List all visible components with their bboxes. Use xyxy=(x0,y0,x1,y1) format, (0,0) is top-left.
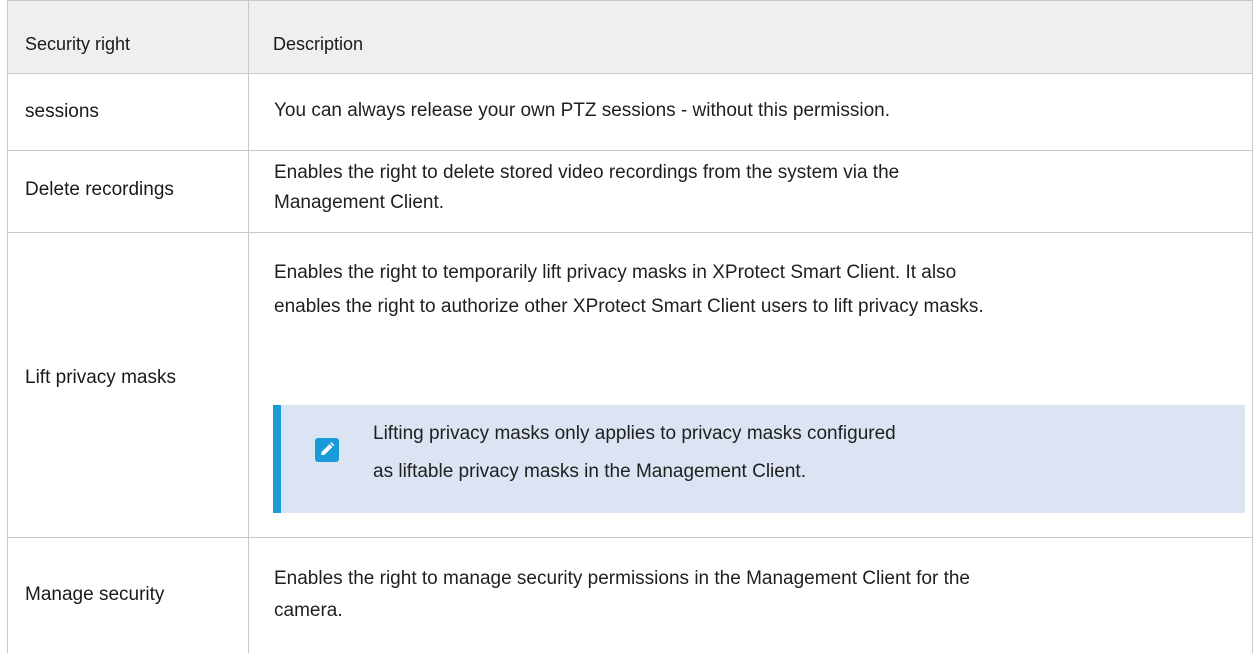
row-divider xyxy=(7,150,1253,151)
table-border-left xyxy=(7,0,8,653)
security-right-name: Manage security xyxy=(25,584,165,605)
security-rights-table: Security right Description sessions You … xyxy=(7,0,1253,653)
pencil-icon xyxy=(315,438,339,462)
row-divider xyxy=(7,0,1253,1)
description-text: Management Client. xyxy=(274,192,445,213)
note-accent-bar xyxy=(273,405,281,513)
table-header xyxy=(7,0,1253,73)
note-callout: Lifting privacy masks only applies to pr… xyxy=(273,405,1245,513)
description-text: Enables the right to manage security per… xyxy=(274,568,970,589)
row-divider xyxy=(7,537,1253,538)
row-divider xyxy=(7,73,1253,74)
row-divider xyxy=(7,232,1253,233)
description-text: camera. xyxy=(274,600,343,621)
security-right-name: Delete recordings xyxy=(25,179,174,200)
note-text: Lifting privacy masks only applies to pr… xyxy=(373,423,896,444)
security-right-name: Lift privacy masks xyxy=(25,367,176,388)
description-text: You can always release your own PTZ sess… xyxy=(274,100,891,121)
description-text: Enables the right to temporarily lift pr… xyxy=(274,262,957,283)
column-divider xyxy=(248,0,249,653)
column-header-security-right: Security right xyxy=(25,34,131,54)
description-text: Enables the right to delete stored video… xyxy=(274,162,900,183)
note-text: as liftable privacy masks in the Managem… xyxy=(373,461,806,482)
security-right-name: sessions xyxy=(25,101,99,122)
description-text: enables the right to authorize other XPr… xyxy=(274,296,984,317)
column-header-description: Description xyxy=(273,34,364,54)
